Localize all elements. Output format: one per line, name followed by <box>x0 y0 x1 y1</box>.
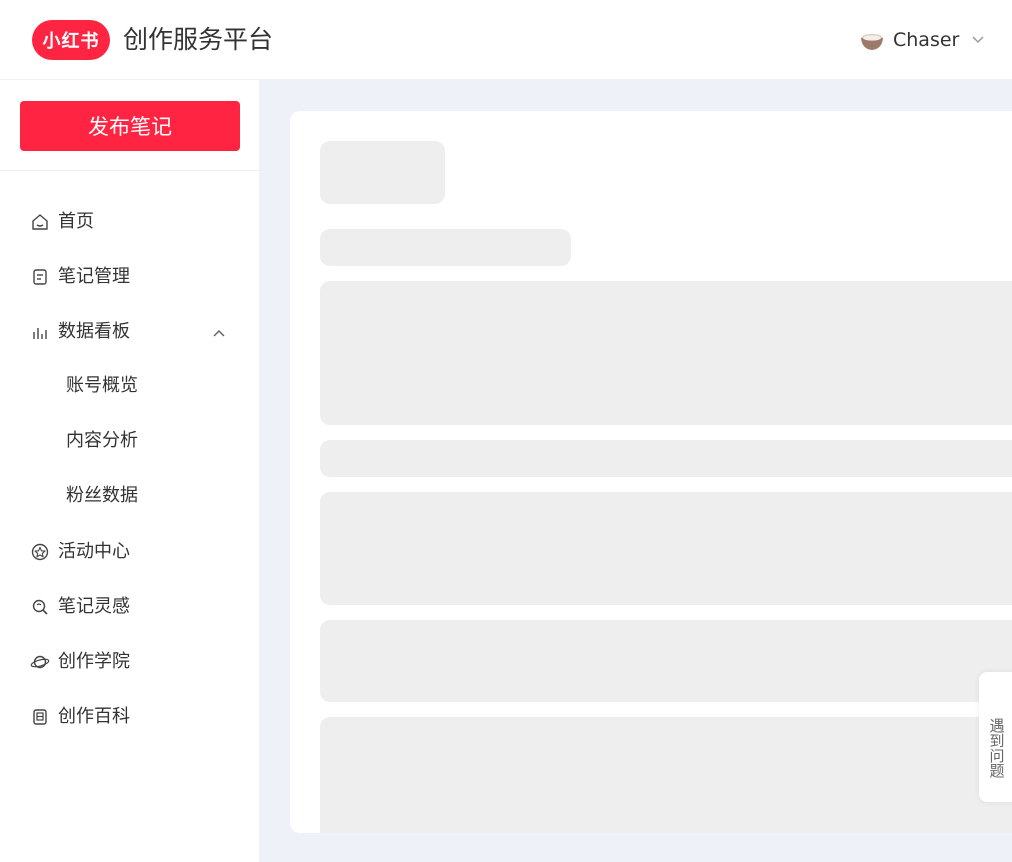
sidebar-subitem-content-analysis[interactable]: 内容分析 <box>66 429 138 455</box>
skeleton-block <box>320 229 571 266</box>
sidebar-item-label: 数据看板 <box>58 321 130 342</box>
chevron-down-icon[interactable] <box>966 28 990 52</box>
sidebar-item-label: 活动中心 <box>58 541 130 562</box>
skeleton-block <box>320 492 1012 605</box>
sidebar-item-data-dashboard[interactable]: 数据看板 <box>28 319 130 345</box>
logo[interactable]: 小红书 <box>32 20 110 60</box>
sidebar-divider <box>0 170 259 171</box>
publish-note-button[interactable]: 发布笔记 <box>20 101 240 151</box>
help-button[interactable]: 遇到问题 <box>986 706 1006 790</box>
skeleton-block <box>320 141 445 204</box>
sidebar-item-label: 创作学院 <box>58 651 130 672</box>
content-card <box>290 111 1012 833</box>
sidebar: 发布笔记 首页 笔记管理 数据看板 账号概览 内容分析 粉丝数据 活动中心 笔记… <box>0 80 259 862</box>
logo-badge: 小红书 <box>32 20 110 60</box>
sidebar-item-label: 笔记管理 <box>58 266 130 287</box>
avatar[interactable] <box>853 22 891 60</box>
academy-icon <box>28 650 52 674</box>
sidebar-item-label: 首页 <box>58 211 94 232</box>
app-title: 创作服务平台 <box>123 25 274 54</box>
chevron-up-icon[interactable] <box>207 321 231 345</box>
skeleton-block <box>320 440 1012 477</box>
sidebar-item-home[interactable]: 首页 <box>28 209 94 235</box>
skeleton-block <box>320 620 1012 702</box>
home-icon <box>28 210 52 234</box>
sidebar-item-label: 笔记灵感 <box>58 596 130 617</box>
skeleton-block <box>320 717 1012 833</box>
skeleton-block <box>320 281 1012 425</box>
sidebar-item-label: 创作百科 <box>58 706 130 727</box>
sidebar-item-note-management[interactable]: 笔记管理 <box>28 264 130 290</box>
activity-icon <box>28 540 52 564</box>
sidebar-item-note-inspiration[interactable]: 笔记灵感 <box>28 594 130 620</box>
publish-note-label: 发布笔记 <box>88 115 172 139</box>
bowl-avatar-icon <box>861 34 883 50</box>
encyclopedia-icon <box>28 705 52 729</box>
main-content <box>259 80 1012 862</box>
top-header: 小红书 创作服务平台 Chaser <box>0 0 1012 80</box>
sidebar-item-creator-encyclopedia[interactable]: 创作百科 <box>28 704 130 730</box>
sidebar-item-creator-academy[interactable]: 创作学院 <box>28 649 130 675</box>
sidebar-subitem-fan-data[interactable]: 粉丝数据 <box>66 484 138 510</box>
sidebar-subitem-account-overview[interactable]: 账号概览 <box>66 374 138 400</box>
sidebar-item-activity-center[interactable]: 活动中心 <box>28 539 130 565</box>
username[interactable]: Chaser <box>893 27 959 53</box>
chart-icon <box>28 320 52 344</box>
inspiration-icon <box>28 595 52 619</box>
note-icon <box>28 265 52 289</box>
